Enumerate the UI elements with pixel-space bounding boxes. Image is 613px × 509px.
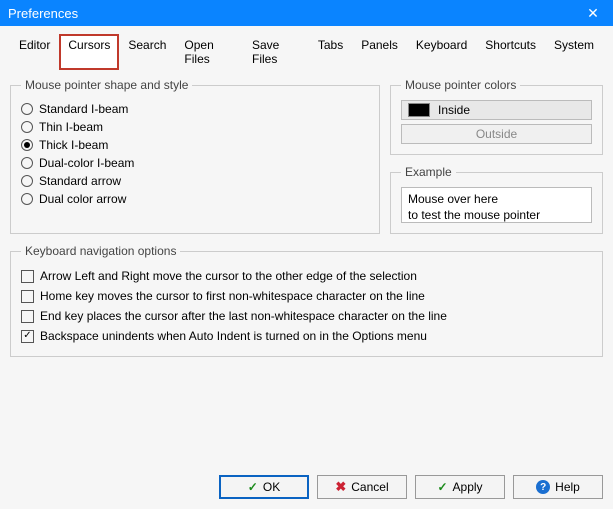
window-title: Preferences: [8, 6, 78, 21]
example-group: Example Mouse over here to test the mous…: [390, 165, 603, 234]
button-label: Help: [555, 480, 580, 494]
radio-icon: [21, 157, 33, 169]
tab-tabs[interactable]: Tabs: [309, 34, 352, 70]
radio-label: Thick I-beam: [39, 138, 108, 152]
radio-icon: [21, 175, 33, 187]
radio-icon: [21, 139, 33, 151]
button-label: OK: [263, 480, 280, 494]
titlebar: Preferences ✕: [0, 0, 613, 26]
button-label: Cancel: [351, 480, 388, 494]
help-icon: ?: [536, 480, 550, 494]
check-label: Backspace unindents when Auto Indent is …: [40, 329, 427, 343]
example-line1: Mouse over here: [408, 192, 585, 208]
tab-search[interactable]: Search: [119, 34, 175, 70]
checkbox-icon: [21, 310, 34, 323]
colors-legend: Mouse pointer colors: [401, 78, 520, 92]
radio-thin-ibeam[interactable]: Thin I-beam: [21, 118, 369, 136]
check-icon: ✓: [248, 480, 258, 494]
example-legend: Example: [401, 165, 456, 179]
close-button[interactable]: ✕: [573, 0, 613, 26]
check-arrow-lr[interactable]: Arrow Left and Right move the cursor to …: [21, 266, 592, 286]
color-label: Outside: [476, 127, 517, 141]
tab-open-files[interactable]: Open Files: [175, 34, 243, 70]
radio-thick-ibeam[interactable]: Thick I-beam: [21, 136, 369, 154]
tab-save-files[interactable]: Save Files: [243, 34, 309, 70]
example-line2: to test the mouse pointer: [408, 208, 585, 223]
radio-dual-color-ibeam[interactable]: Dual-color I-beam: [21, 154, 369, 172]
check-home-key[interactable]: Home key moves the cursor to first non-w…: [21, 286, 592, 306]
radio-standard-arrow[interactable]: Standard arrow: [21, 172, 369, 190]
button-bar: ✓ OK ✖ Cancel ✓ Apply ? Help: [219, 475, 603, 499]
check-label: End key places the cursor after the last…: [40, 309, 447, 323]
shape-group: Mouse pointer shape and style Standard I…: [10, 78, 380, 234]
checkbox-icon: [21, 290, 34, 303]
radio-label: Standard arrow: [39, 174, 121, 188]
radio-standard-ibeam[interactable]: Standard I-beam: [21, 100, 369, 118]
color-inside[interactable]: Inside: [401, 100, 592, 120]
apply-button[interactable]: ✓ Apply: [415, 475, 505, 499]
radio-icon: [21, 193, 33, 205]
tab-system[interactable]: System: [545, 34, 603, 70]
keyboard-legend: Keyboard navigation options: [21, 244, 180, 258]
help-button[interactable]: ? Help: [513, 475, 603, 499]
colors-group: Mouse pointer colors Inside Outside: [390, 78, 603, 155]
radio-label: Dual color arrow: [39, 192, 126, 206]
tabstrip: Editor Cursors Search Open Files Save Fi…: [10, 34, 603, 70]
close-icon: ✕: [587, 5, 599, 22]
check-label: Home key moves the cursor to first non-w…: [40, 289, 425, 303]
tab-editor[interactable]: Editor: [10, 34, 59, 70]
color-outside[interactable]: Outside: [401, 124, 592, 144]
shape-legend: Mouse pointer shape and style: [21, 78, 192, 92]
radio-label: Dual-color I-beam: [39, 156, 134, 170]
tab-keyboard[interactable]: Keyboard: [407, 34, 476, 70]
check-icon: ✓: [437, 480, 447, 494]
color-label: Inside: [438, 103, 470, 117]
cancel-button[interactable]: ✖ Cancel: [317, 475, 407, 499]
tab-shortcuts[interactable]: Shortcuts: [476, 34, 545, 70]
checkbox-icon: [21, 270, 34, 283]
button-label: Apply: [453, 480, 483, 494]
radio-label: Standard I-beam: [39, 102, 128, 116]
tab-panels[interactable]: Panels: [352, 34, 407, 70]
color-swatch-icon: [408, 103, 430, 117]
x-icon: ✖: [335, 479, 346, 495]
check-label: Arrow Left and Right move the cursor to …: [40, 269, 417, 283]
content-area: Editor Cursors Search Open Files Save Fi…: [0, 26, 613, 509]
ok-button[interactable]: ✓ OK: [219, 475, 309, 499]
keyboard-group: Keyboard navigation options Arrow Left a…: [10, 244, 603, 357]
checkbox-icon: ✓: [21, 330, 34, 343]
radio-dual-color-arrow[interactable]: Dual color arrow: [21, 190, 369, 208]
radio-label: Thin I-beam: [39, 120, 103, 134]
tab-cursors[interactable]: Cursors: [59, 34, 119, 70]
radio-icon: [21, 121, 33, 133]
check-backspace-unindent[interactable]: ✓ Backspace unindents when Auto Indent i…: [21, 326, 592, 346]
example-box[interactable]: Mouse over here to test the mouse pointe…: [401, 187, 592, 223]
check-end-key[interactable]: End key places the cursor after the last…: [21, 306, 592, 326]
radio-icon: [21, 103, 33, 115]
